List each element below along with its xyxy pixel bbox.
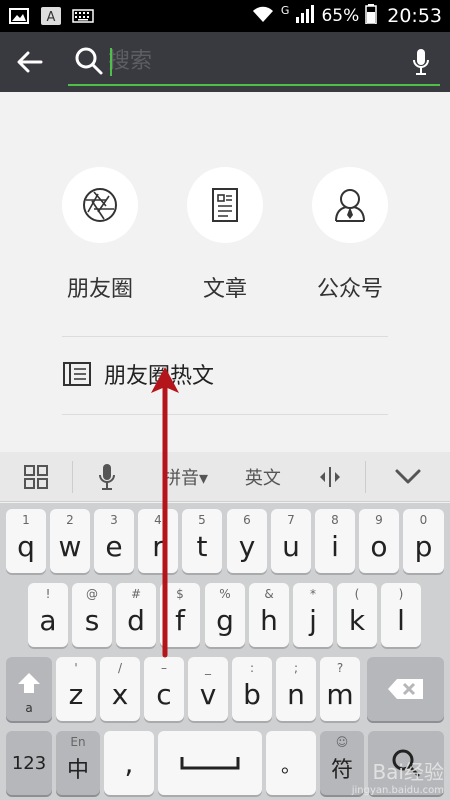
search-header <box>0 32 450 92</box>
category-official-accounts[interactable]: 公众号 <box>300 167 400 303</box>
language-switch-key[interactable]: En 中 <box>56 731 100 795</box>
network-type-label: G <box>280 3 290 17</box>
gallery-notification-icon <box>8 7 30 25</box>
key-h[interactable]: & h <box>249 583 289 647</box>
battery-percent: 65% <box>321 6 360 26</box>
search-categories-panel: 朋友圈 文章 公众号 朋友圈热文 <box>0 92 450 452</box>
key-b[interactable]: :b <box>232 657 272 721</box>
status-bar: A G 65% 20:53 <box>0 0 450 32</box>
signal-icon <box>295 4 315 28</box>
key-w[interactable]: 2w <box>50 509 90 573</box>
space-bar-icon <box>180 757 240 770</box>
category-moments[interactable]: 朋友圈 <box>50 167 150 303</box>
shift-arrow-icon <box>18 673 40 693</box>
key-z[interactable]: ' z <box>56 657 96 721</box>
key-k[interactable]: (k <box>337 583 377 647</box>
key-y[interactable]: 6y <box>227 509 267 573</box>
key-s[interactable]: @ s <box>72 583 112 647</box>
shift-key[interactable]: a <box>6 657 52 721</box>
battery-icon <box>365 3 377 29</box>
text-cursor <box>110 48 112 76</box>
category-label: 公众号 <box>316 277 383 302</box>
period-key[interactable]: 。 <box>266 731 316 795</box>
watermark: Bai经验 jingyan.baidu.com <box>351 760 444 796</box>
key-r[interactable]: 4r <box>138 509 178 573</box>
aperture-icon <box>83 188 117 222</box>
keyboard-notification-icon <box>72 7 94 25</box>
key-v[interactable]: _ v <box>188 657 228 721</box>
backspace-icon <box>387 679 423 699</box>
keyboard-menu-button[interactable] <box>0 452 72 502</box>
pinyin-mode-button[interactable]: 拼音▾ <box>141 452 231 502</box>
keyboard-voice-button[interactable] <box>73 452 141 502</box>
english-mode-button[interactable]: 英文 <box>230 452 295 502</box>
key-d[interactable]: # d <box>116 583 156 647</box>
article-list-icon <box>63 362 91 386</box>
key-q[interactable]: 1q <box>6 509 46 573</box>
key-f[interactable]: $ f <box>160 583 200 647</box>
category-articles[interactable]: 文章 <box>175 167 275 303</box>
grid-icon <box>23 464 48 489</box>
key-x[interactable]: / x <box>100 657 140 721</box>
soft-keyboard: 1q 2w 3e 4r 5t 6y 7u 8i 9o 0p ! a @ s # d $… <box>0 503 450 800</box>
hot-articles-label: 朋友圈热文 <box>104 364 215 389</box>
clock: 20:53 <box>387 5 442 27</box>
key-o[interactable]: 9o <box>359 509 399 573</box>
key-l[interactable]: ) l <box>381 583 421 647</box>
chevron-down-icon <box>395 469 421 483</box>
back-button[interactable] <box>0 32 60 92</box>
divider <box>62 414 388 415</box>
space-key[interactable] <box>158 731 262 795</box>
key-p[interactable]: 0p <box>403 509 444 573</box>
moments-hot-articles-item[interactable]: 朋友圈热文 <box>62 354 214 394</box>
cursor-move-button[interactable] <box>295 452 365 502</box>
document-icon <box>212 188 238 222</box>
microphone-icon <box>98 463 115 490</box>
key-g[interactable]: % g <box>205 583 245 647</box>
divider <box>62 336 388 337</box>
key-e[interactable]: 3e <box>94 509 134 573</box>
search-bar[interactable] <box>68 38 440 86</box>
hide-keyboard-button[interactable] <box>366 452 450 502</box>
keyboard-toolbar: 拼音▾ 英文 <box>0 452 450 502</box>
key-t[interactable]: 5t <box>182 509 222 573</box>
key-j[interactable]: * j <box>293 583 333 647</box>
official-account-icon <box>335 189 365 222</box>
key-n[interactable]: ; n <box>276 657 316 721</box>
microphone-icon <box>413 49 429 75</box>
category-label: 文章 <box>202 277 247 302</box>
search-input[interactable] <box>108 48 378 74</box>
wifi-icon <box>251 5 275 28</box>
search-icon <box>75 47 103 75</box>
key-i[interactable]: 8i <box>315 509 355 573</box>
key-a[interactable]: ! a <box>28 583 68 647</box>
emoji-icon: ☺ <box>335 735 349 749</box>
comma-key[interactable]: , <box>104 731 154 795</box>
category-label: 朋友圈 <box>66 277 133 302</box>
key-m[interactable]: ? m <box>320 657 360 721</box>
voice-search-button[interactable] <box>406 46 436 78</box>
key-c[interactable]: – c <box>144 657 184 721</box>
key-u[interactable]: 7u <box>271 509 311 573</box>
cursor-move-icon <box>320 466 341 487</box>
screen: A G 65% 20:53 搜索 朋友圈 文章 公众号 朋友圈热文 拼音▾ 英文… <box>0 0 450 800</box>
numeric-mode-key[interactable]: 123 <box>6 731 52 795</box>
app-a-notification-icon: A <box>40 7 62 25</box>
back-arrow-icon <box>17 51 43 73</box>
svg-text:A: A <box>47 10 56 25</box>
backspace-key[interactable] <box>367 657 444 721</box>
